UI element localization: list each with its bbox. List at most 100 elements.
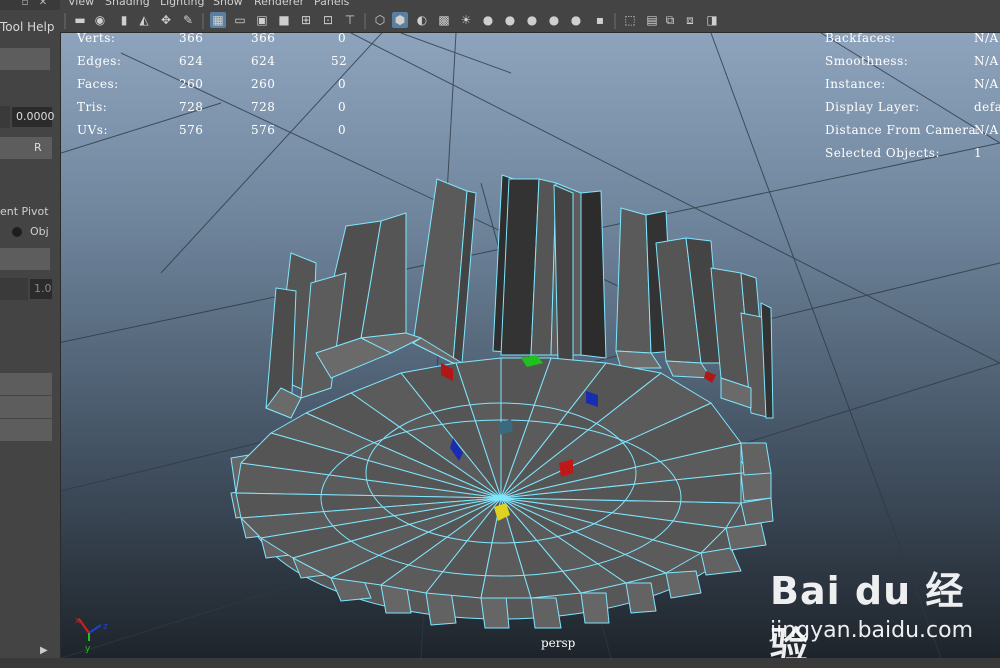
hud-value: 366	[251, 33, 276, 45]
shadows-icon[interactable]: ●	[480, 12, 496, 28]
reset-button-label: R	[34, 141, 42, 154]
float-icon[interactable]: ▫	[20, 0, 30, 8]
object-radio[interactable]	[12, 227, 22, 237]
hud-value: 0	[338, 33, 347, 45]
hud-value: 260	[251, 77, 276, 91]
menu-renderer[interactable]: Renderer	[254, 0, 304, 8]
menu-panels[interactable]: Panels	[314, 0, 349, 8]
camera-icon[interactable]: ▬	[72, 12, 88, 28]
axis-y-label: y	[85, 644, 91, 654]
value-field[interactable]: 0.0000	[12, 107, 55, 127]
baidu-watermark: Bai du 经验 jingyan.baidu.com	[770, 560, 1000, 668]
panel-button[interactable]	[0, 396, 52, 418]
anti-aliasing-icon[interactable]: ●	[546, 12, 562, 28]
panel-button[interactable]	[0, 373, 52, 395]
xray-joints-icon[interactable]: ▤	[644, 12, 660, 28]
object-radio-label: Obj	[30, 225, 49, 238]
field-chart-icon[interactable]: ⊞	[298, 12, 314, 28]
toolbar-separator	[364, 13, 366, 29]
panel-toolbar: ▬ ◉ ▮ ◭ ✥ ✎ ▦ ▭ ▣ ■ ⊞ ⊡ ⊤ ⬡ ⬢ ◐ ▩ ☀ ● ● …	[60, 10, 1000, 33]
film-gate-icon[interactable]: ▭	[232, 12, 248, 28]
panel-header: ▫ ✕	[0, 0, 60, 10]
smooth-shade-icon[interactable]: ⬢	[392, 12, 408, 28]
safe-action-icon[interactable]: ⊡	[320, 12, 336, 28]
use-all-lights-icon[interactable]: ☀	[458, 12, 474, 28]
safe-title-icon[interactable]: ⊤	[342, 12, 358, 28]
camera-attributes-icon[interactable]: ◉	[92, 12, 108, 28]
toolbar-separator	[202, 13, 204, 29]
hud-label-faces: Faces:	[77, 77, 119, 91]
hud-value: 624	[251, 54, 276, 68]
viewport-20-icon[interactable]: ⧈	[682, 12, 698, 28]
hud-label-edges: Edges:	[77, 54, 122, 68]
hud-value: 576	[179, 123, 204, 137]
maya-window: ▫ ✕ Tool Help 0.0000 R ent Pivot Obj 1.0…	[0, 0, 1000, 668]
watermark-brand: Bai du 经验	[770, 569, 965, 668]
tool-help-label[interactable]: Tool Help	[0, 20, 54, 34]
hud-label-tris: Tris:	[77, 100, 108, 114]
hud-label-backfaces: Backfaces:	[825, 33, 896, 45]
xray-icon[interactable]: ⬚	[622, 12, 638, 28]
tool-settings-panel: ▫ ✕ Tool Help 0.0000 R ent Pivot Obj 1.0…	[0, 0, 61, 668]
panel-button[interactable]	[0, 419, 52, 441]
hud-label-verts: Verts:	[77, 33, 116, 45]
menu-lighting[interactable]: Lighting	[160, 0, 204, 8]
hud-value: N/A	[974, 77, 999, 91]
depth-of-field-icon[interactable]: ●	[568, 12, 584, 28]
hud-value: 0	[338, 77, 347, 91]
bookmark-icon[interactable]: ▮	[116, 12, 132, 28]
expand-arrow-icon[interactable]: ▶	[40, 645, 48, 656]
hud-value: 366	[179, 33, 204, 45]
toolbar-separator	[64, 13, 66, 29]
hud-value: 52	[331, 54, 348, 68]
panel-slot	[0, 48, 50, 70]
hud-value: defa	[974, 100, 1000, 114]
hud-value: 624	[179, 54, 204, 68]
reset-button[interactable]: R	[0, 137, 52, 159]
hud-value: 728	[251, 100, 276, 114]
hud-label-distance: Distance From Camera:	[825, 123, 981, 137]
exposure-icon[interactable]: ◨	[704, 12, 720, 28]
hud-value: N/A	[974, 33, 999, 45]
hud-label-uvs: UVs:	[77, 123, 108, 137]
watermark-url: jingyan.baidu.com	[770, 618, 974, 643]
hud-value: N/A	[974, 54, 999, 68]
menu-show[interactable]: Show	[213, 0, 243, 8]
hud-value: 0	[338, 100, 347, 114]
time-slider-strip[interactable]	[0, 658, 1000, 668]
screen-space-ao-icon[interactable]: ●	[502, 12, 518, 28]
wireframe-on-shaded-icon[interactable]: ◐	[414, 12, 430, 28]
hud-label-smoothness: Smoothness:	[825, 54, 909, 68]
gear-mesh[interactable]	[230, 174, 774, 629]
hud-label-display-layer: Display Layer:	[825, 100, 920, 114]
axis-z-label: z	[103, 622, 108, 632]
wireframe-icon[interactable]: ⬡	[372, 12, 388, 28]
isolate-select-icon[interactable]: ▪	[592, 12, 608, 28]
weight-field[interactable]: 1.0	[30, 279, 52, 299]
field-handle	[0, 106, 10, 128]
field-handle	[0, 278, 28, 300]
2d-pan-icon[interactable]: ✥	[158, 12, 174, 28]
xray-components-icon[interactable]: ⧉	[662, 12, 678, 28]
hud-value: 0	[338, 123, 347, 137]
motion-blur-icon[interactable]: ●	[524, 12, 540, 28]
grid-icon[interactable]: ▦	[210, 12, 226, 28]
menu-shading[interactable]: Shading	[105, 0, 150, 8]
resolution-gate-icon[interactable]: ▣	[254, 12, 270, 28]
hud-value: 1	[974, 146, 983, 160]
camera-name-label: persp	[541, 636, 576, 650]
hud-value: 576	[251, 123, 276, 137]
textured-icon[interactable]: ▩	[436, 12, 452, 28]
hud-label-selected: Selected Objects:	[825, 146, 940, 160]
close-icon[interactable]: ✕	[38, 0, 48, 8]
gate-mask-icon[interactable]: ■	[276, 12, 292, 28]
hud-value: 260	[179, 77, 204, 91]
menu-view[interactable]: View	[68, 0, 94, 8]
hud-value: N/A	[974, 123, 999, 137]
toolbar-separator	[614, 13, 616, 29]
panel-menubar: View Shading Lighting Show Renderer Pane…	[60, 0, 1000, 10]
axis-x-label: x	[75, 616, 81, 626]
hud-label-instance: Instance:	[825, 77, 886, 91]
grease-pencil-icon[interactable]: ✎	[180, 12, 196, 28]
image-plane-icon[interactable]: ◭	[136, 12, 152, 28]
